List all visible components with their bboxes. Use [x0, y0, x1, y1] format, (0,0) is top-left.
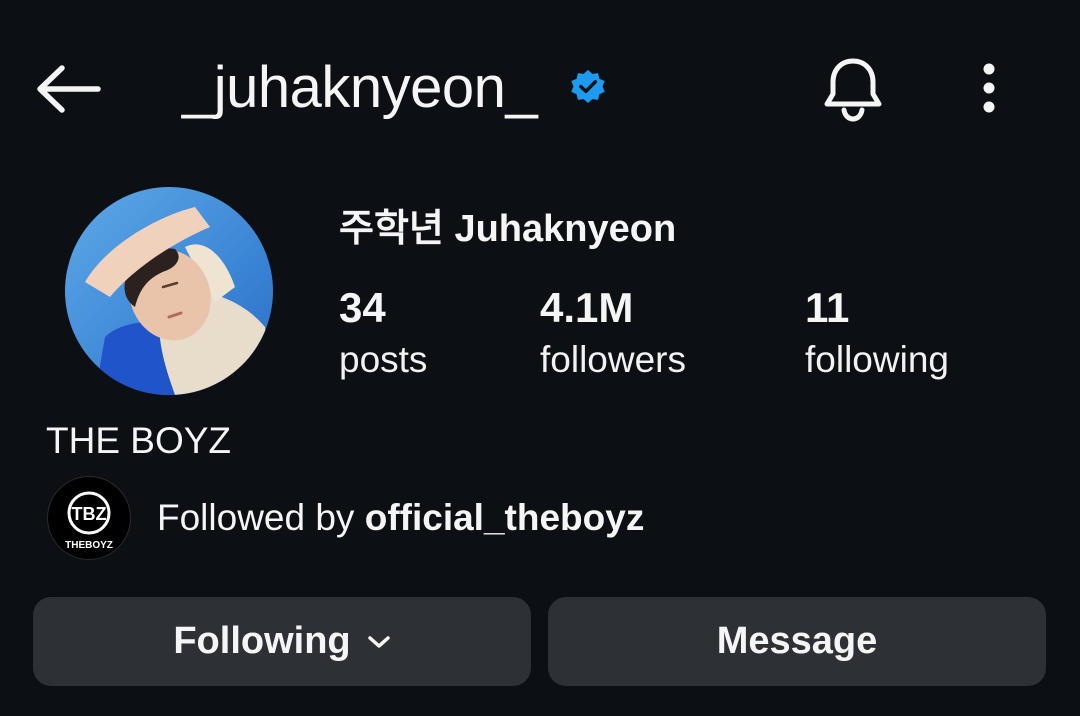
- stat-followers[interactable]: 4.1M followers: [540, 282, 686, 386]
- mutual-follower-avatar[interactable]: TBZ THEBOYZ: [47, 476, 131, 560]
- stat-following-count: 11: [805, 284, 850, 331]
- stat-posts-label: posts: [339, 339, 428, 380]
- arrow-left-icon: [37, 65, 101, 113]
- bell-icon: [824, 58, 882, 122]
- followed-by-text[interactable]: Followed by official_theboyz: [157, 494, 644, 542]
- profile-display-name: 주학년 Juhaknyeon: [339, 208, 677, 250]
- stat-following-label: following: [805, 339, 949, 380]
- message-button[interactable]: Message: [548, 597, 1046, 686]
- stat-posts-count: 34: [339, 284, 386, 331]
- verified-badge-icon: [571, 69, 605, 104]
- following-button-label: Following: [173, 620, 351, 662]
- stat-followers-label: followers: [540, 339, 686, 380]
- followed-by-account[interactable]: official_theboyz: [365, 497, 645, 538]
- profile-avatar[interactable]: [65, 187, 273, 395]
- stat-following[interactable]: 11 following: [805, 282, 949, 386]
- profile-bio: THE BOYZ: [46, 420, 232, 461]
- chevron-down-icon: [367, 635, 390, 648]
- stat-followers-count: 4.1M: [540, 284, 634, 331]
- profile-username: _juhaknyeon_: [182, 55, 538, 120]
- followed-by-prefix: Followed by: [157, 497, 365, 538]
- back-button[interactable]: [36, 62, 102, 116]
- more-options-button[interactable]: [976, 62, 1002, 114]
- notifications-button[interactable]: [822, 56, 884, 122]
- stat-posts[interactable]: 34 posts: [339, 282, 427, 386]
- more-vertical-icon: [983, 63, 995, 113]
- message-button-label: Message: [716, 620, 878, 662]
- profile-page: _juhaknyeon_ 주학년 Juhaknyeon 34 posts 4.1…: [0, 0, 1080, 716]
- following-button[interactable]: Following: [33, 597, 531, 686]
- tbz-logo-text: TBZ: [72, 504, 107, 524]
- tbz-logo-caption: THEBOYZ: [65, 540, 113, 551]
